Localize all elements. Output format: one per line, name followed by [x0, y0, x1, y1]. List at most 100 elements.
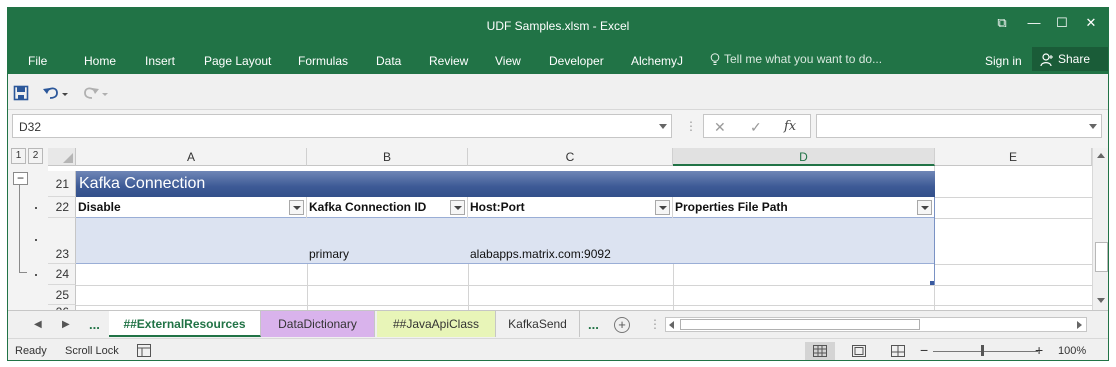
redo-icon[interactable] [82, 84, 110, 102]
zoom-slider-thumb[interactable] [981, 345, 984, 356]
collapse-group-button[interactable]: − [13, 172, 28, 185]
row-header-25[interactable]: 25 [48, 285, 76, 305]
column-header-b[interactable]: B [307, 148, 468, 166]
outline-level-2-button[interactable]: 2 [28, 148, 43, 164]
expand-formula-bar-icon[interactable] [1089, 124, 1097, 129]
more-sheets-left[interactable]: ... [89, 317, 100, 332]
sign-in-link[interactable]: Sign in [985, 54, 1022, 68]
tab-developer[interactable]: Developer [549, 54, 604, 68]
scroll-up-icon[interactable] [1097, 153, 1105, 158]
gridline [673, 264, 674, 310]
tab-view[interactable]: View [495, 54, 521, 68]
macro-recording-icon[interactable] [137, 344, 151, 357]
header-host-port[interactable]: Host:Port [468, 197, 673, 218]
header-disable[interactable]: Disable [76, 197, 307, 218]
formula-input[interactable] [816, 114, 1102, 138]
tab-formulas[interactable]: Formulas [298, 54, 348, 68]
sheet-tab-kafkasend[interactable]: KafkaSend [496, 311, 580, 337]
excel-window: UDF Samples.xlsm - Excel ⧉ — ☐ ✕ File Ho… [7, 7, 1109, 361]
page-break-view-button[interactable] [883, 342, 913, 360]
maximize-icon[interactable]: ☐ [1049, 14, 1075, 32]
undo-icon[interactable] [42, 84, 70, 102]
minimize-icon[interactable]: — [1021, 14, 1047, 32]
vertical-scrollbar[interactable] [1092, 148, 1108, 310]
scroll-left-icon[interactable] [669, 321, 674, 329]
select-all-button[interactable] [48, 148, 76, 166]
close-icon[interactable]: ✕ [1078, 14, 1104, 32]
sheet-tab-javaapiclass[interactable]: ##JavaApiClass [377, 311, 496, 337]
zoom-level[interactable]: 100% [1058, 345, 1086, 357]
tell-me-box[interactable]: Tell me what you want to do... [710, 52, 882, 66]
more-sheets-right[interactable]: ... [588, 317, 599, 332]
normal-view-button[interactable] [805, 342, 835, 360]
cancel-icon[interactable]: ✕ [714, 119, 726, 136]
gridline [468, 264, 469, 310]
filter-dropdown-icon[interactable] [450, 200, 465, 215]
share-button[interactable]: Share [1032, 47, 1108, 71]
header-properties-file-path-label: Properties File Path [675, 200, 788, 214]
worksheet-grid: 1 2 − A B C D E 21 22 23 24 25 26 Kafka … [8, 148, 1108, 325]
cell-kafka-connection-id[interactable]: primary [307, 247, 349, 261]
row-header-21[interactable]: 21 [48, 171, 76, 197]
page-layout-view-button[interactable] [844, 342, 874, 360]
add-sheet-button[interactable]: + [614, 317, 630, 333]
horizontal-scrollbar[interactable] [665, 317, 1087, 332]
row-header-23[interactable]: 23 [48, 218, 76, 264]
save-icon[interactable] [13, 84, 29, 102]
table-title[interactable]: Kafka Connection [76, 171, 935, 197]
tab-insert[interactable]: Insert [145, 54, 175, 68]
status-ready: Ready [15, 345, 47, 357]
tab-file[interactable]: File [28, 54, 47, 68]
ribbon-display-options-icon[interactable]: ⧉ [989, 14, 1015, 32]
quick-access-toolbar [8, 74, 1108, 110]
enter-icon[interactable]: ✓ [750, 119, 762, 136]
tab-alchemyj[interactable]: AlchemyJ [631, 54, 683, 68]
cell-host-port[interactable]: alabapps.matrix.com:9092 [468, 247, 611, 261]
status-scroll-lock: Scroll Lock [65, 345, 119, 357]
header-kafka-connection-id-label: Kafka Connection ID [309, 200, 427, 214]
scroll-down-icon[interactable] [1097, 298, 1105, 303]
column-header-d[interactable]: D [673, 148, 935, 166]
name-box[interactable]: D32 [12, 114, 672, 138]
zoom-slider[interactable] [933, 351, 1038, 352]
zoom-in-button[interactable]: + [1035, 342, 1043, 358]
outline-level-1-button[interactable]: 1 [11, 148, 26, 164]
table-row: primary alabapps.matrix.com:9092 [76, 218, 935, 264]
header-host-port-label: Host:Port [470, 200, 525, 214]
zoom-out-button[interactable]: − [920, 342, 928, 358]
header-kafka-connection-id[interactable]: Kafka Connection ID [307, 197, 468, 218]
page-layout-icon [852, 345, 866, 357]
scroll-tabs-left-icon[interactable]: ◀ [34, 319, 42, 330]
table-resize-handle[interactable] [930, 281, 934, 285]
share-label: Share [1058, 52, 1091, 66]
splitter-icon[interactable]: ⋮ [685, 119, 697, 133]
tab-page-layout[interactable]: Page Layout [204, 54, 271, 68]
filter-dropdown-icon[interactable] [917, 200, 932, 215]
column-header-e[interactable]: E [935, 148, 1092, 166]
filter-dropdown-icon[interactable] [655, 200, 670, 215]
chevron-down-icon[interactable] [659, 124, 667, 129]
sheet-tab-bar: ◀ ▶ ... ##ExternalResources DataDictiona… [8, 310, 1108, 338]
scroll-right-icon[interactable] [1077, 321, 1082, 329]
tab-review[interactable]: Review [429, 54, 468, 68]
row-header-22[interactable]: 22 [48, 197, 76, 218]
column-header-c[interactable]: C [468, 148, 673, 166]
outline-dot [35, 274, 37, 276]
ribbon-tabs: File Home Insert Page Layout Formulas Da… [8, 44, 1108, 74]
tab-home[interactable]: Home [84, 54, 116, 68]
scroll-thumb[interactable] [1095, 242, 1108, 272]
sheet-tab-externalresources[interactable]: ##ExternalResources [109, 311, 261, 337]
tab-data[interactable]: Data [376, 54, 401, 68]
gridline [935, 264, 1092, 265]
insert-function-icon[interactable]: fx [784, 119, 796, 134]
sheet-tab-datadictionary[interactable]: DataDictionary [261, 311, 375, 337]
outline-bracket [19, 185, 20, 273]
filter-dropdown-icon[interactable] [289, 200, 304, 215]
scroll-tabs-right-icon[interactable]: ▶ [62, 319, 70, 330]
column-header-a[interactable]: A [76, 148, 307, 166]
splitter-icon[interactable]: ⋮ [649, 317, 661, 331]
header-disable-label: Disable [78, 200, 121, 214]
scroll-thumb[interactable] [680, 319, 920, 330]
row-header-24[interactable]: 24 [48, 264, 76, 285]
header-properties-file-path[interactable]: Properties File Path [673, 197, 935, 218]
